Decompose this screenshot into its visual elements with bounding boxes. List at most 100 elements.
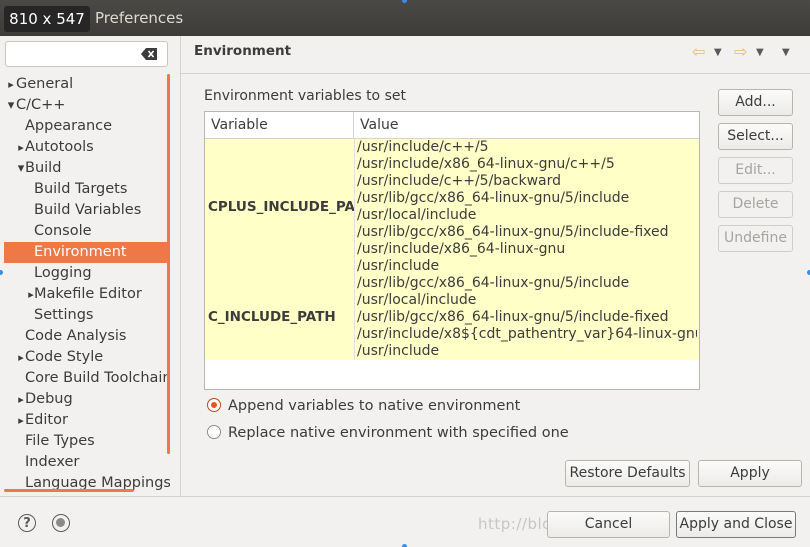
tree-item-label: Settings [34,307,94,323]
value-line: /usr/include [357,258,440,274]
tree-item-editor[interactable]: ▸ Editor [4,410,170,431]
column-header-value[interactable]: Value [354,112,699,139]
footer-divider [0,496,810,497]
tree-item-label: Logging [34,265,92,281]
tree-item-label: Environment [34,244,127,260]
tree-item-code-analysis[interactable]: Code Analysis [4,326,170,347]
table-row[interactable]: CPLUS_INCLUDE_PATH/usr/include/c++/5/usr… [205,139,699,275]
tree-item-label: General [16,76,74,92]
variable-name-cell: CPLUS_INCLUDE_PATH [208,199,354,215]
filter-input[interactable] [5,41,168,67]
tree-item-label: Debug [25,391,73,407]
table-row[interactable]: C_INCLUDE_PATH/usr/lib/gcc/x86_64-linux-… [205,275,699,360]
tree-item-label: Core Build Toolchains [25,370,170,386]
value-line: /usr/lib/gcc/x86_64-linux-gnu/5/include [357,190,630,206]
env-variables-label: Environment variables to set [204,88,406,104]
environment-page: Environment ⇦ ▼ ⇨ ▼ ▼ Environment variab… [181,36,810,496]
add-button[interactable]: Add... [718,89,793,116]
value-line: /usr/include/x86_64-linux-gnu [357,241,566,257]
forward-arrow-icon[interactable]: ⇨ [734,42,747,61]
undefine-button[interactable]: Undefine [718,225,793,252]
value-line: /usr/local/include [357,207,477,223]
column-header-variable[interactable]: Variable [205,112,354,139]
select-button[interactable]: Select... [718,123,793,150]
value-line: /usr/include/c++/5 [357,139,489,155]
tree-horizontal-scrollbar[interactable] [4,489,134,492]
tree-item-label: Console [34,223,92,239]
back-menu-chevron-icon[interactable]: ▼ [714,47,722,58]
record-macro-icon[interactable] [52,514,70,532]
tree-item-label: Build Variables [34,202,142,218]
value-line: /usr/include/x8${cdt_pathentry_var}64-li… [357,326,697,342]
tree-item-file-types[interactable]: File Types [4,431,170,452]
append-radio-label[interactable]: Append variables to native environment [228,396,520,416]
tree-item-autotools[interactable]: ▸ Autotools [4,137,170,158]
help-icon[interactable]: ? [18,514,36,532]
preferences-window: Preferences 810 x 547 ▸ General ▾ C/C++ Appe… [0,0,810,547]
delete-button[interactable]: Delete [718,191,793,218]
tree-item-build[interactable]: ▾ Build [4,158,170,179]
tree-item-console[interactable]: Console [4,221,170,242]
tree-item-appearance[interactable]: Appearance [4,116,170,137]
clear-filter-icon[interactable] [141,48,157,60]
header-divider [181,73,810,74]
sidebar: ▸ General ▾ C/C++ Appearance ▸ Autotools ▾ Build… [0,36,180,496]
append-radio[interactable] [207,398,221,412]
value-line: /usr/lib/gcc/x86_64-linux-gnu/5/include-… [357,309,669,325]
cancel-button[interactable]: Cancel [547,511,670,538]
view-menu-chevron-icon[interactable]: ▼ [782,47,790,58]
tree-item-label: Build Targets [34,181,128,197]
environment-table[interactable]: Variable Value CPLUS_INCLUDE_PATH/usr/in… [204,111,700,390]
tree-item-label: Build [25,160,62,176]
value-line: /usr/lib/gcc/x86_64-linux-gnu/5/include [357,275,630,291]
preference-tree[interactable]: ▸ General ▾ C/C++ Appearance ▸ Autotools ▾ Build… [4,74,170,494]
tree-item-logging[interactable]: Logging [4,263,170,284]
replace-radio-label[interactable]: Replace native environment with specifie… [228,423,569,443]
value-line: /usr/include/c++/5/backward [357,173,561,189]
tree-item-indexer[interactable]: Indexer [4,452,170,473]
variable-name-cell: C_INCLUDE_PATH [208,309,336,325]
page-title: Environment [194,43,292,59]
column-separator [354,275,355,360]
value-line: /usr/include/x86_64-linux-gnu/c++/5 [357,156,615,172]
restore-defaults-button[interactable]: Restore Defaults [565,460,690,487]
tree-item-label: Makefile Editor [34,286,142,302]
edit-button[interactable]: Edit... [718,157,793,184]
value-line: /usr/local/include [357,292,477,308]
tree-item-label: Indexer [25,454,80,470]
tree-item-label: Code Analysis [25,328,127,344]
tree-item-debug[interactable]: ▸ Debug [4,389,170,410]
tree-item-label: C/C++ [16,97,66,113]
apply-and-close-button[interactable]: Apply and Close [676,511,796,538]
tree-vertical-scrollbar[interactable] [167,74,170,454]
collapsed-chevron-icon[interactable]: ▸ [6,74,16,95]
tree-item-build-targets[interactable]: Build Targets [4,179,170,200]
tree-item-c-c-[interactable]: ▾ C/C++ [4,95,170,116]
tree-item-core-build-toolchains[interactable]: Core Build Toolchains [4,368,170,389]
value-line: /usr/include [357,343,440,359]
tree-item-environment[interactable]: Environment [4,242,170,263]
tree-item-label: Appearance [25,118,113,134]
column-separator [354,139,355,275]
window-title: Preferences [95,9,184,27]
forward-menu-chevron-icon[interactable]: ▼ [756,47,764,58]
expanded-chevron-icon[interactable]: ▾ [6,95,16,116]
apply-button[interactable]: Apply [698,460,802,487]
tree-item-label: Code Style [25,349,104,365]
value-cell: /usr/include/c++/5/usr/include/x86_64-li… [357,139,697,275]
page-navigation: ⇦ ▼ ⇨ ▼ ▼ [682,42,802,62]
tree-item-makefile-editor[interactable]: ▸ Makefile Editor [4,284,170,305]
tree-item-build-variables[interactable]: Build Variables [4,200,170,221]
replace-radio[interactable] [207,425,221,439]
back-arrow-icon[interactable]: ⇦ [692,42,705,61]
tree-item-settings[interactable]: Settings [4,305,170,326]
value-line: /usr/lib/gcc/x86_64-linux-gnu/5/include-… [357,224,669,240]
tree-item-label: Editor [25,412,68,428]
tree-item-general[interactable]: ▸ General [4,74,170,95]
size-badge: 810 x 547 [4,6,90,32]
tree-item-label: File Types [25,433,95,449]
tree-item-code-style[interactable]: ▸ Code Style [4,347,170,368]
value-cell: /usr/lib/gcc/x86_64-linux-gnu/5/include /… [357,275,697,360]
tree-item-label: Autotools [25,139,94,155]
title-bar[interactable]: Preferences 810 x 547 [0,0,810,36]
